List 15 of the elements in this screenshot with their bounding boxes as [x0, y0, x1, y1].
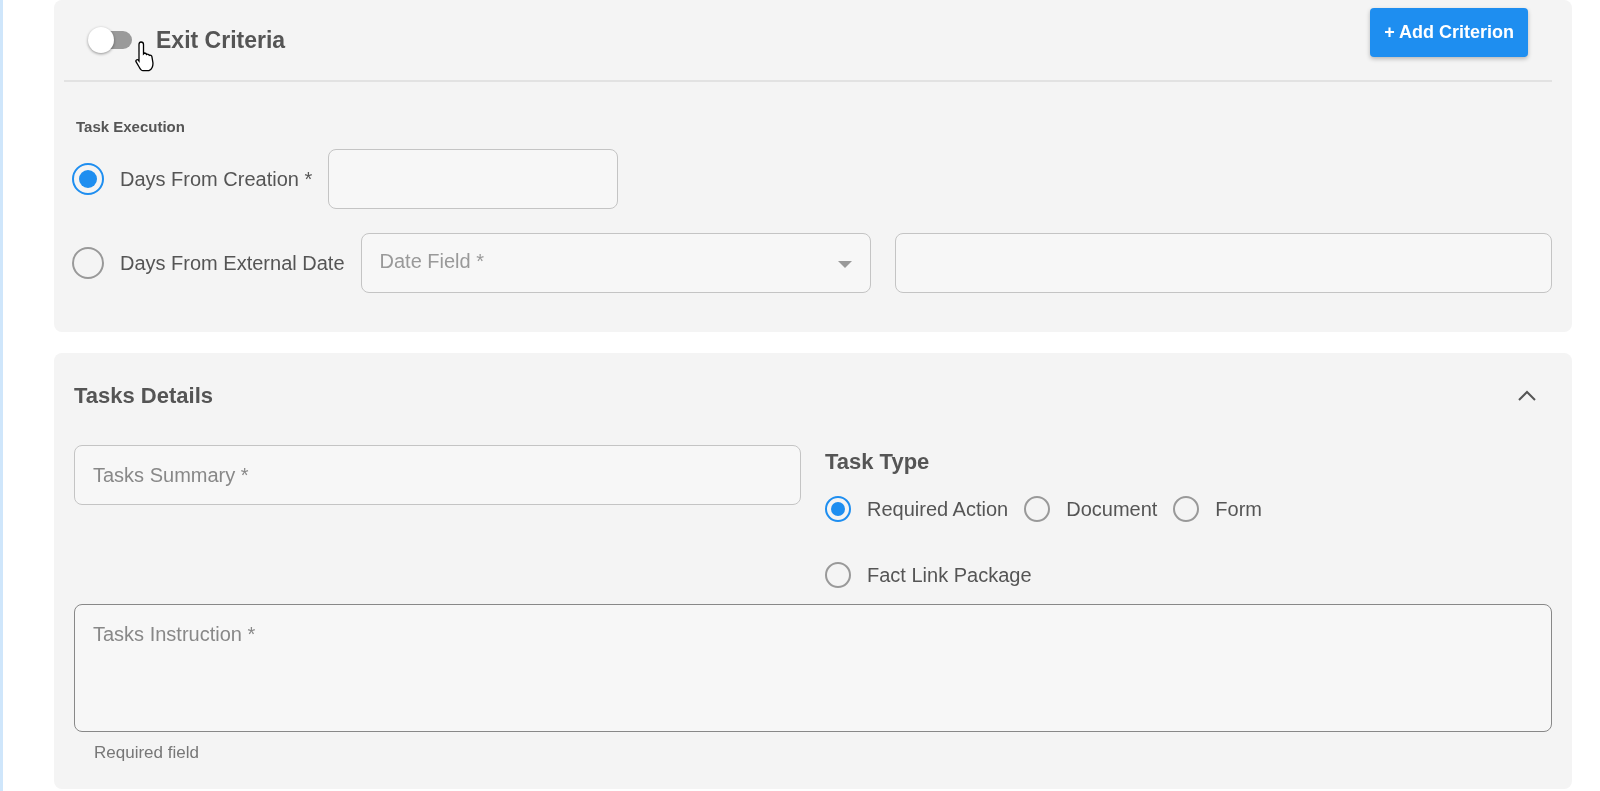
tasks-instruction-field[interactable]: Tasks Instruction * — [74, 604, 1552, 732]
section-title: Tasks Details — [74, 381, 213, 410]
radio-label: Fact Link Package — [867, 563, 1032, 588]
section-label: Task Execution — [76, 117, 186, 137]
radio-label: Days From External Date — [120, 250, 345, 276]
helper-text: Required field — [94, 742, 200, 764]
radio-label: Form — [1215, 497, 1263, 522]
date-field-dropdown[interactable]: Date Field * — [360, 232, 871, 293]
radio-label: Document — [1066, 497, 1158, 522]
section-title: Exit Criteria — [156, 25, 286, 55]
radio-label: Required Action — [867, 497, 1009, 522]
field-label: Task Type — [825, 448, 931, 476]
add-criterion-button[interactable]: + Add Criterion — [1370, 8, 1528, 57]
radio-label: Days From Creation * — [120, 166, 313, 192]
tasks-summary-field[interactable]: Tasks Summary * — [74, 445, 801, 505]
